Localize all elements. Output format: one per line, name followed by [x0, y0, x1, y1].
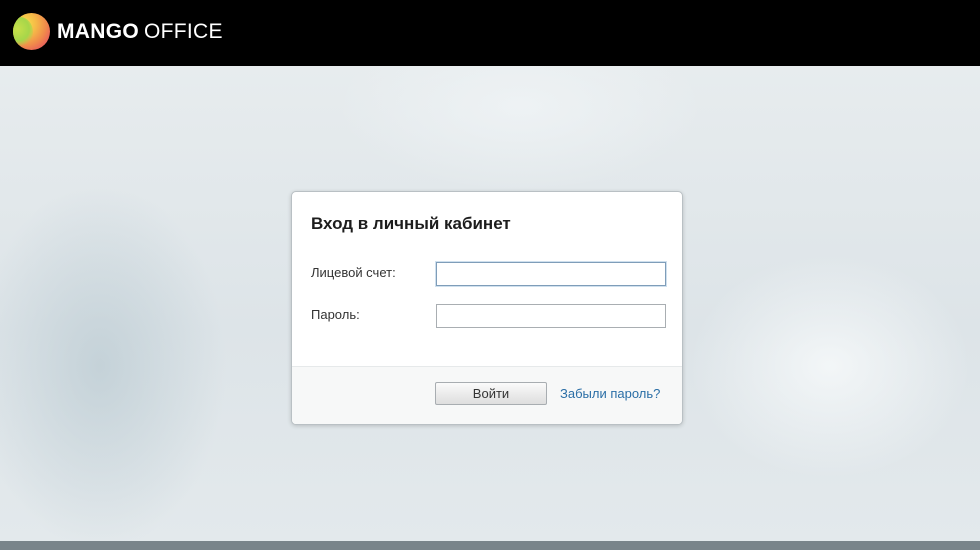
- forgot-password-link[interactable]: Забыли пароль?: [560, 386, 660, 401]
- account-label: Лицевой счет:: [311, 265, 396, 280]
- account-input[interactable]: [436, 262, 666, 286]
- login-dialog: Вход в личный кабинет Лицевой счет: Паро…: [291, 191, 683, 425]
- bottom-bar: [0, 541, 980, 550]
- login-dialog-footer: Войти Забыли пароль?: [292, 366, 682, 424]
- mango-logo-icon: [13, 13, 50, 50]
- mango-office-logo[interactable]: MANGO OFFICE: [13, 13, 223, 50]
- logo-text-secondary: OFFICE: [144, 20, 223, 43]
- top-bar: MANGO OFFICE: [0, 0, 980, 66]
- login-title: Вход в личный кабинет: [311, 214, 511, 233]
- login-button[interactable]: Войти: [435, 382, 547, 405]
- password-input[interactable]: [436, 304, 666, 328]
- logo-wordmark: MANGO OFFICE: [57, 21, 223, 42]
- logo-text-primary: MANGO: [57, 20, 139, 43]
- password-label: Пароль:: [311, 307, 360, 322]
